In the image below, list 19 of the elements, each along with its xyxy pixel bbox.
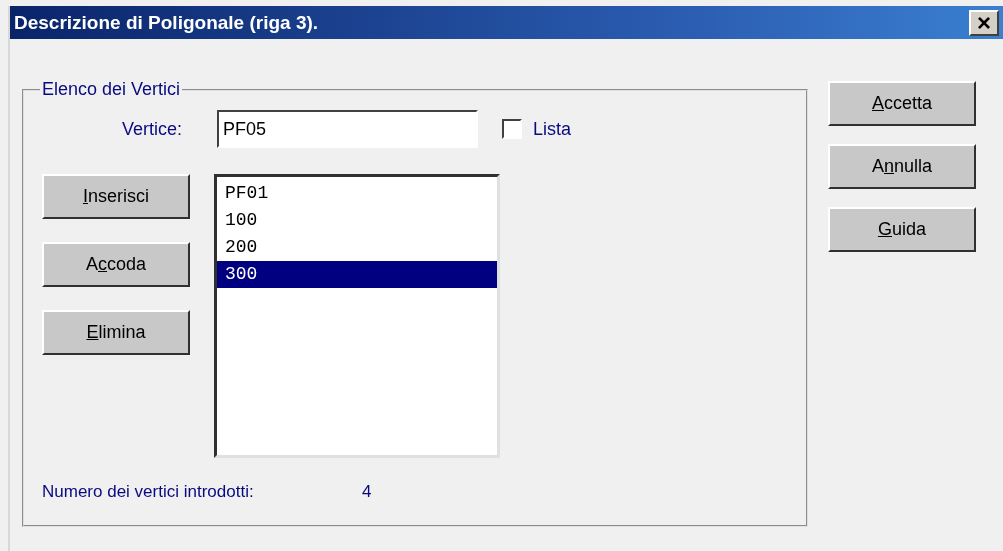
group-title: Elenco dei Vertici [41,79,182,100]
field-label: Vertice: [120,118,182,140]
list-item[interactable]: 200 [217,234,497,261]
vertex-field[interactable]: PF05 [217,110,478,148]
action-button[interactable]: Inserisci [42,174,190,219]
checkbox-label: Lista [533,118,572,140]
dialog-button[interactable]: Guida [828,207,976,252]
action-button[interactable]: Accoda [42,242,190,287]
list-checkbox[interactable] [502,119,522,139]
dialog-button[interactable]: Accetta [828,81,976,126]
action-button[interactable]: Elimina [42,310,190,355]
close-button[interactable]: × [969,9,999,36]
window-title: Descrizione di Poligonale (riga 3). [14,11,319,34]
count-value: 4 [362,482,372,502]
count-label: Numero dei vertici introdotti: [42,482,255,502]
list-item[interactable]: 300 [217,261,497,288]
dialog-button[interactable]: Annulla [828,144,976,189]
list-item[interactable]: 100 [217,207,497,234]
list-item[interactable]: PF01 [217,180,497,207]
